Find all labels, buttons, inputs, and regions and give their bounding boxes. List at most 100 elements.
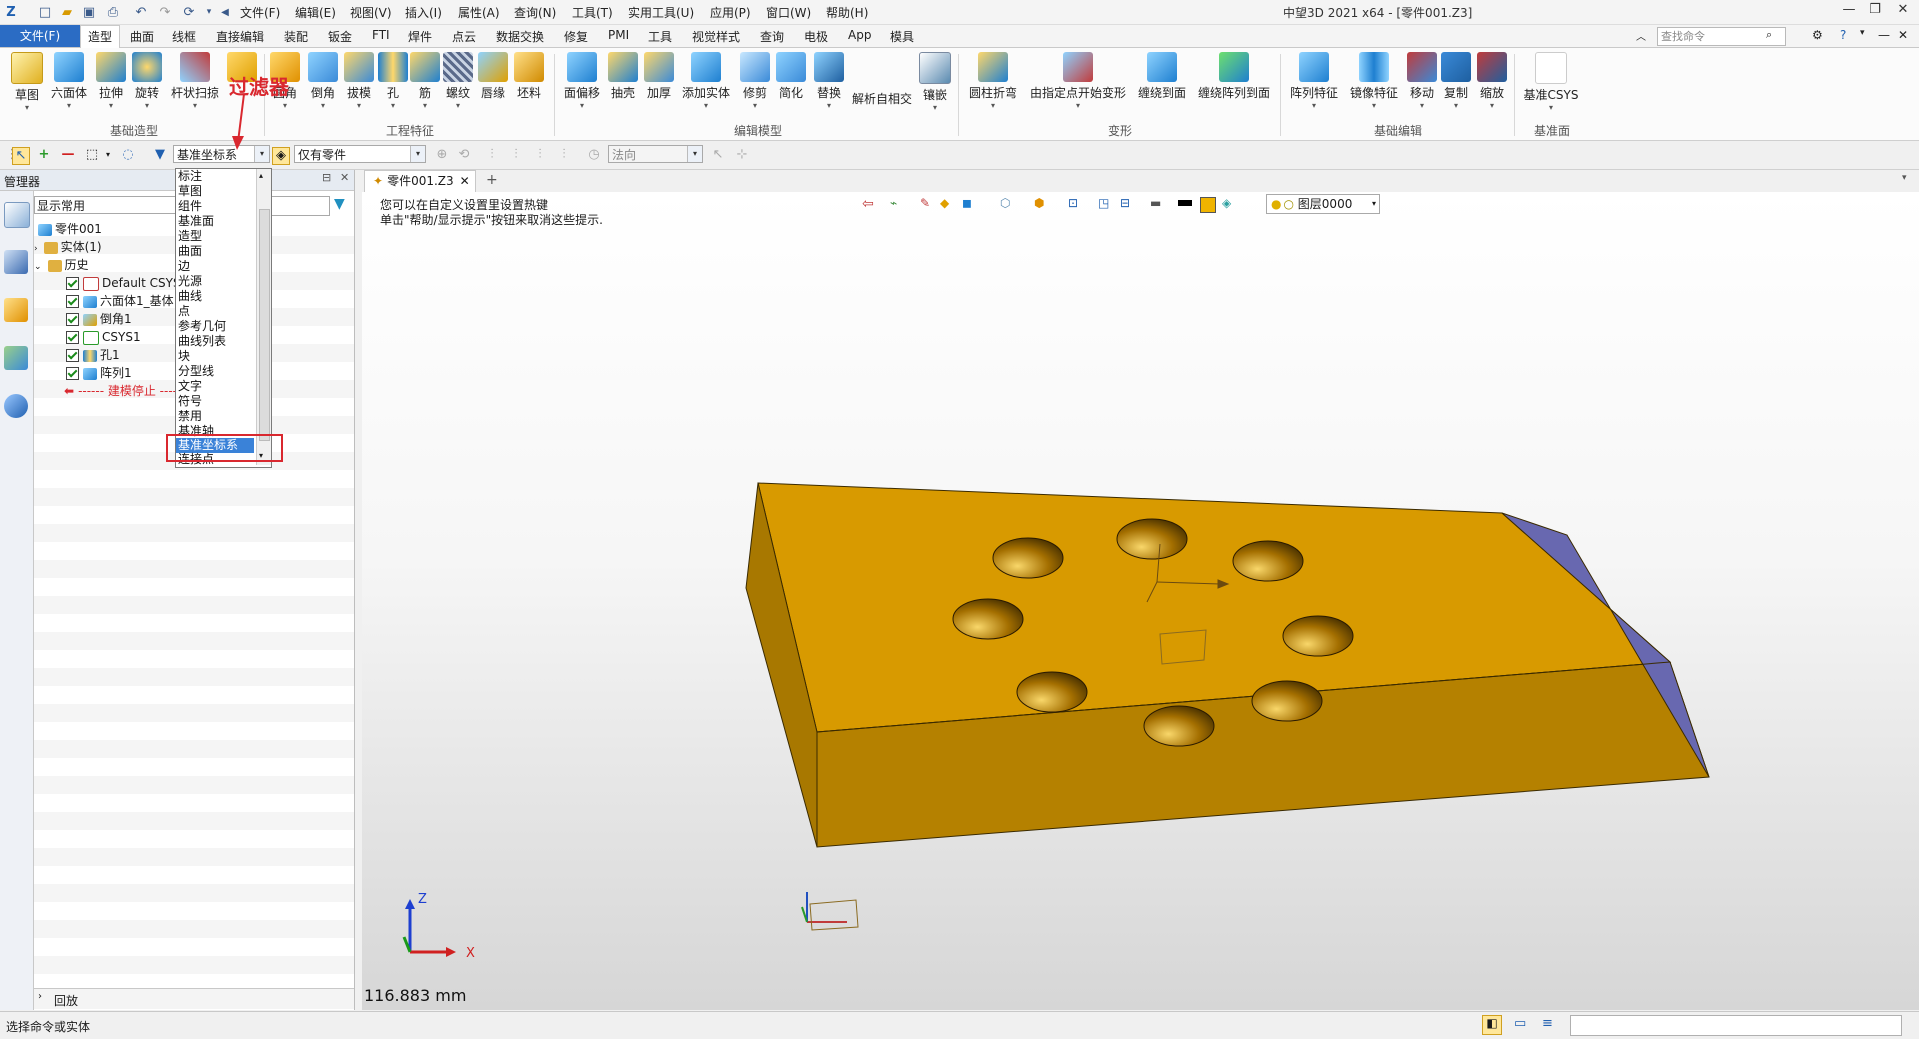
dropdown-option[interactable]: 光源 (178, 274, 202, 289)
visibility-checkbox[interactable] (66, 295, 79, 308)
tree-item[interactable]: 孔1 (66, 346, 120, 364)
open-folder-icon[interactable]: ▰ (58, 3, 76, 21)
dropdown-option[interactable]: 文字 (178, 379, 202, 394)
doc-tab-close-icon[interactable]: ✕ (460, 174, 470, 188)
history-manager-icon[interactable] (4, 202, 30, 228)
replace-button[interactable]: 替换 ▾ (812, 52, 846, 110)
extrude-button[interactable]: 拉伸 ▾ (94, 52, 128, 110)
new-tab-icon[interactable]: + (486, 172, 498, 188)
pointer-icon[interactable]: ↖ (710, 147, 726, 163)
deform-by-point-button[interactable]: 由指定点开始变形 ▾ (1028, 52, 1128, 110)
dropdown-scrollbar[interactable]: ▴ ▾ (256, 169, 271, 465)
cycle-icon[interactable]: ⟲ (456, 147, 472, 163)
hole[interactable] (1143, 705, 1215, 747)
dropdown-option[interactable]: 点 (178, 304, 190, 319)
scroll-thumb[interactable] (259, 209, 270, 441)
menu-utilities[interactable]: 实用工具(U) (628, 4, 694, 21)
panel-close-icon[interactable]: ✕ (340, 171, 349, 184)
status-screen-icon[interactable]: ▭ (1514, 1016, 1526, 1031)
3d-viewport[interactable]: 您可以在自定义设置里设置热键 单击"帮助/显示提示"按钮来取消这些提示. ⇦ ⌁… (362, 192, 1919, 1010)
pattern-feature-button[interactable]: 阵列特征 ▾ (1288, 52, 1340, 110)
model-stop-marker[interactable]: ⬅ ------ 建模停止 ----- (64, 382, 181, 400)
hole[interactable] (1232, 540, 1304, 582)
visibility-checkbox[interactable] (66, 277, 79, 290)
status-list-icon[interactable]: ≡ (1542, 1016, 1553, 1031)
tree-item[interactable]: 倒角1 (66, 310, 132, 328)
hole[interactable] (1016, 671, 1088, 713)
dropdown-option[interactable]: 草图 (178, 184, 202, 199)
rib-button[interactable]: 筋 ▾ (410, 52, 440, 110)
search-icon[interactable]: ⌕ (1766, 28, 1772, 42)
regen-icon[interactable]: ⟳ (180, 3, 198, 21)
tree-solid[interactable]: › 实体(1) (34, 238, 102, 256)
align-icon[interactable]: ⫶ (484, 147, 500, 163)
minimize-button[interactable]: — (1838, 2, 1860, 22)
tab-pmi[interactable]: PMI (608, 28, 629, 42)
settings-gear-icon[interactable]: ⚙ (1812, 28, 1823, 42)
expand-icon[interactable]: › (34, 244, 38, 254)
revolve-button[interactable]: 旋转 ▾ (130, 52, 164, 110)
tree-item[interactable]: CSYS1 (66, 328, 141, 346)
sketch-button[interactable]: 草图 ▾ (8, 52, 46, 112)
dropdown-option[interactable]: 禁用 (178, 409, 202, 424)
stock-button[interactable]: 坯料 (512, 52, 546, 101)
resolve-self-intersect-button[interactable]: 解析自相交 (850, 52, 914, 107)
tree-history[interactable]: ⌄ 历史 (34, 256, 89, 274)
simplify-button[interactable]: 简化 (774, 52, 808, 101)
tab-list-icon[interactable]: ▾ (1902, 173, 1907, 183)
menu-query[interactable]: 查询(N) (514, 4, 556, 21)
dropdown-option[interactable]: 曲面 (178, 244, 202, 259)
wrap-pattern-to-face-button[interactable]: 缠绕阵列到面 (1196, 52, 1272, 101)
scope-combo[interactable]: 仅有零件 ▾ (294, 145, 426, 163)
normal-combo[interactable]: 法向 ▾ (608, 145, 703, 163)
thicken-button[interactable]: 加厚 (642, 52, 676, 101)
help-dropdown-icon[interactable]: ▾ (1860, 28, 1865, 38)
dropdown-option[interactable]: 分型线 (178, 364, 214, 379)
replay-expand-icon[interactable]: › (38, 991, 42, 1002)
user-icon[interactable] (4, 394, 28, 418)
tree-item[interactable]: 六面体1_基体 (66, 292, 174, 310)
visibility-checkbox[interactable] (66, 367, 79, 380)
lip-button[interactable]: 唇缘 (476, 52, 510, 101)
lasso-icon[interactable]: ◌ (120, 147, 136, 163)
wrap-to-face-button[interactable]: 缠绕到面 (1134, 52, 1190, 101)
display-filter-combo[interactable]: 显示常用 (34, 196, 179, 214)
tree-item[interactable]: 阵列1 (66, 364, 132, 382)
pick-option-icon[interactable]: ⊕ (434, 147, 450, 163)
chamfer-button[interactable]: 倒角 ▾ (306, 52, 340, 110)
move-button[interactable]: 移动 ▾ (1406, 52, 1438, 110)
pick-cursor-icon[interactable]: ↖ (12, 147, 30, 165)
menu-tools[interactable]: 工具(T) (572, 4, 613, 21)
tab-assembly[interactable]: 装配 (284, 28, 308, 45)
dropdown-option[interactable]: 组件 (178, 199, 202, 214)
shell-button[interactable]: 抽壳 (606, 52, 640, 101)
ribbon-close-icon[interactable]: ✕ (1898, 28, 1908, 42)
view-manager-icon[interactable] (4, 346, 28, 370)
remove-icon[interactable]: — (60, 147, 76, 163)
block-button[interactable]: 六面体 ▾ (48, 52, 90, 110)
cylinder-bend-button[interactable]: 圆柱折弯 ▾ (966, 52, 1020, 110)
menu-edit[interactable]: 编辑(E) (295, 4, 336, 21)
tree-root[interactable]: 零件001 (38, 220, 102, 238)
save-icon[interactable]: ▣ (80, 3, 98, 21)
filter-dropdown-list[interactable]: 标注 草图 组件 基准面 造型 曲面 边 光源 曲线 点 参考几何 曲线列表 块… (175, 168, 272, 468)
menu-file[interactable]: 文件(F) (240, 4, 280, 21)
tab-direct-edit[interactable]: 直接编辑 (216, 28, 264, 45)
dropdown-option[interactable]: 造型 (178, 229, 202, 244)
restore-button[interactable]: ❐ (1864, 2, 1886, 22)
tab-sheetmetal[interactable]: 钣金 (328, 28, 352, 45)
dropdown-option[interactable]: 边 (178, 259, 190, 274)
menu-apply[interactable]: 应用(P) (710, 4, 751, 21)
part-model[interactable] (362, 192, 1919, 1010)
hole[interactable] (1251, 680, 1323, 722)
hole[interactable] (952, 598, 1024, 640)
dropdown-option[interactable]: 曲线 (178, 289, 202, 304)
mirror-feature-button[interactable]: 镜像特征 ▾ (1348, 52, 1400, 110)
add-solid-button[interactable]: 添加实体 ▾ (680, 52, 732, 110)
tab-visual-style[interactable]: 视觉样式 (692, 28, 740, 45)
draft-button[interactable]: 拔模 ▾ (342, 52, 376, 110)
dropdown-option[interactable]: 符号 (178, 394, 202, 409)
copy-button[interactable]: 复制 ▾ (1440, 52, 1472, 110)
visibility-checkbox[interactable] (66, 313, 79, 326)
tab-tools[interactable]: 工具 (648, 28, 672, 45)
